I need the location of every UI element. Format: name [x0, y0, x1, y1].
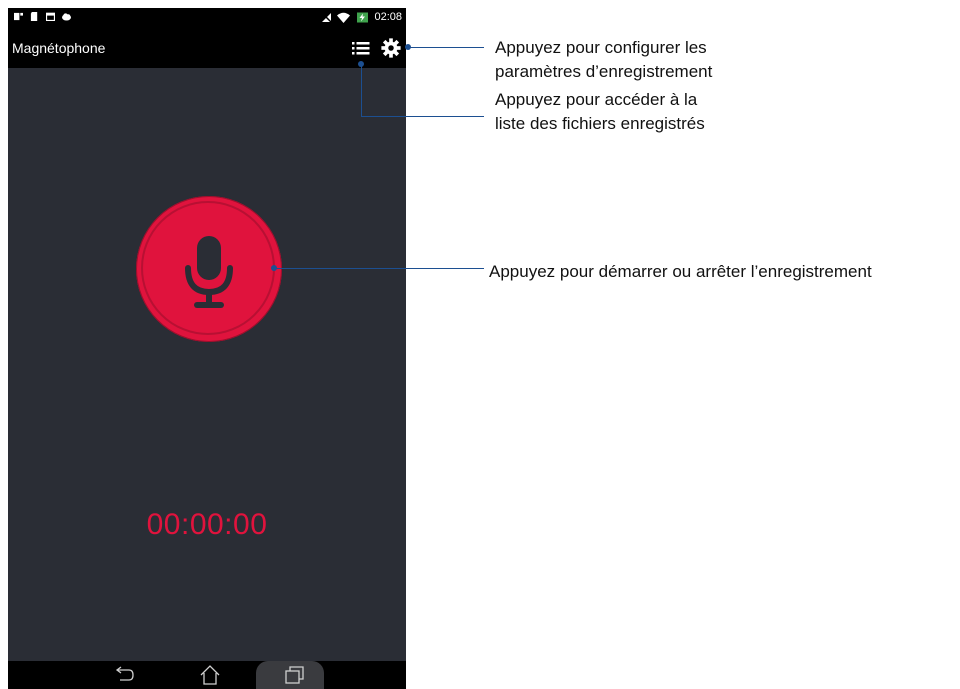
list-callout: Appuyez pour accéder à la liste des fich…	[495, 88, 705, 136]
recent-apps-icon[interactable]	[282, 664, 306, 686]
cloud-icon	[62, 13, 71, 21]
list-callout-line1: Appuyez pour accéder à la	[495, 90, 698, 109]
calendar-icon	[46, 12, 55, 21]
record-callout-line	[274, 268, 484, 269]
settings-callout-line	[408, 47, 484, 48]
status-time: 02:08	[374, 11, 402, 23]
gear-icon[interactable]	[380, 37, 402, 59]
sd-card-icon	[30, 12, 38, 21]
home-icon[interactable]	[198, 664, 222, 686]
list-callout-line	[361, 116, 484, 117]
back-icon[interactable]	[112, 664, 136, 686]
app-bar: Magnétophone	[8, 28, 406, 68]
microphone-icon	[185, 236, 233, 308]
no-signal-icon	[321, 11, 332, 23]
navigation-bar	[8, 661, 406, 689]
list-callout-line2: liste des fichiers enregistrés	[495, 114, 705, 133]
settings-callout-line2: paramètres d’enregistrement	[495, 62, 713, 81]
phone-screen: 02:08 Magnétophone 00:00:00	[8, 8, 406, 689]
battery-charging-icon	[357, 12, 369, 22]
list-icon[interactable]	[351, 38, 371, 58]
settings-callout-line1: Appuyez pour configurer les	[495, 38, 707, 57]
wifi-icon	[337, 12, 351, 23]
notification-icon	[14, 12, 23, 21]
recording-timer: 00:00:00	[146, 508, 268, 541]
settings-callout: Appuyez pour configurer les paramètres d…	[495, 36, 712, 84]
app-title: Magnétophone	[12, 40, 106, 56]
status-bar: 02:08	[8, 8, 406, 28]
record-callout: Appuyez pour démarrer ou arrêter l’enreg…	[489, 262, 872, 281]
list-callout-vline	[361, 64, 362, 116]
record-button[interactable]	[136, 196, 282, 342]
